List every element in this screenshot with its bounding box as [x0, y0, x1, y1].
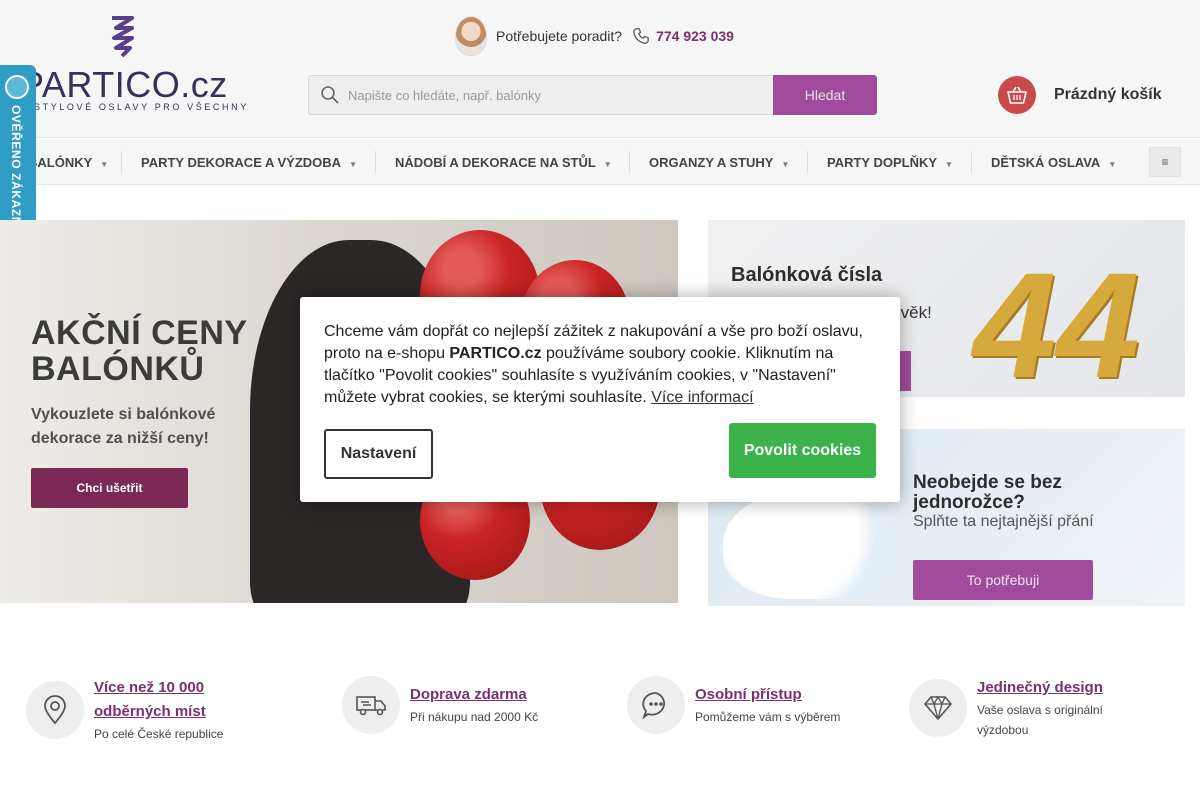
feature-unique-design: Jedinečný design Vaše oslava s origináln… — [909, 676, 1103, 740]
nav-item-nadobi[interactable]: NÁDOBÍ A DEKORACE NA STŮL ▼ — [395, 155, 612, 170]
banner-cta-button[interactable]: Chci ušetřit — [31, 468, 188, 508]
basket-icon — [998, 76, 1036, 114]
chat-icon — [627, 676, 685, 734]
cookie-text: Chceme vám dopřát co nejlepší zážitek z … — [324, 321, 880, 409]
banner-subtitle: Vykouzlete si balónkové dekorace za nižš… — [31, 403, 215, 451]
site-logo[interactable]: PARTICO.cz STYLOVÉ OSLAVY PRO VŠECHNY — [20, 14, 246, 114]
banner-subtitle-line: dekorace za nižší ceny! — [31, 430, 209, 447]
banner-subtitle-line: Vykouzlete si balónkové — [31, 406, 216, 423]
feature-subtitle-line: Vaše oslava s originální — [977, 703, 1103, 717]
cookie-brand: PARTICO.cz — [449, 345, 542, 362]
feature-pickup-points: Více než 10 000 odběrných míst Po celé Če… — [26, 676, 223, 744]
phone-number-link[interactable]: 774 923 039 — [656, 28, 734, 44]
feature-subtitle: Po celé České republice — [94, 727, 224, 741]
advisor-avatar — [455, 16, 487, 56]
feature-title-link[interactable]: Více než 10 000 odběrných míst — [94, 676, 223, 724]
cart-label: Prázdný košík — [1054, 86, 1162, 103]
advice-contact: Potřebujete poradit? 774 923 039 — [455, 16, 734, 56]
nav-separator — [375, 151, 376, 173]
nav-item-detska-oslava[interactable]: DĚTSKÁ OSLAVA ▼ — [991, 155, 1116, 170]
nav-item-party-doplnky[interactable]: PARTY DOPLŇKY ▼ — [827, 155, 953, 170]
nav-separator — [971, 151, 972, 173]
nav-item-label: ORGANZY A STUHY — [649, 155, 774, 170]
nav-item-label: PARTY DOPLŇKY — [827, 155, 938, 170]
feature-subtitle: Pomůžeme vám s výběrem — [695, 710, 841, 724]
nav-more-button[interactable]: ≡ — [1149, 147, 1181, 177]
site-header: PARTICO.cz STYLOVÉ OSLAVY PRO VŠECHNY Po… — [0, 0, 1200, 138]
seal-icon — [5, 75, 29, 99]
allow-cookies-button[interactable]: Povolit cookies — [729, 423, 876, 478]
chevron-down-icon: ▼ — [603, 160, 612, 169]
advice-text: Potřebujete poradit? — [496, 28, 623, 44]
chevron-down-icon: ▼ — [945, 160, 953, 169]
feature-subtitle-line: výzdobou — [977, 723, 1029, 737]
feature-subtitle: Při nákupu nad 2000 Kč — [410, 710, 539, 724]
nav-item-party-dekorace[interactable]: PARTY DEKORACE A VÝZDOBA ▼ — [141, 155, 357, 170]
nav-separator — [807, 151, 808, 173]
chevron-down-icon: ▼ — [1108, 160, 1117, 169]
nav-item-label: PARTY DEKORACE A VÝZDOBA — [141, 155, 342, 170]
map-pin-icon — [26, 681, 84, 739]
logo-text: PARTICO.cz — [20, 64, 228, 105]
feature-title-link[interactable]: Jedinečný design — [977, 676, 1103, 700]
diamond-icon — [909, 679, 967, 737]
chevron-down-icon: ▼ — [100, 160, 109, 169]
menu-icon: ≡ — [1161, 155, 1169, 169]
feature-title-line: odběrných míst — [94, 703, 206, 720]
unicorn-banner-subtitle: Splňte ta nejtajnější přání — [913, 513, 1094, 530]
phone-icon — [633, 28, 649, 44]
nav-item-label: BALÓNKY — [28, 155, 93, 170]
feature-personal-approach: Osobní přístup Pomůžeme vám s výběrem — [627, 676, 840, 734]
unicorn-banner-button[interactable]: To potřebuji — [913, 560, 1093, 600]
chevron-down-icon: ▼ — [349, 160, 357, 169]
truck-icon — [342, 676, 400, 734]
feature-title-link[interactable]: Doprava zdarma — [410, 683, 538, 707]
feature-title-line: Více než 10 000 — [94, 679, 205, 696]
main-nav: BALÓNKY ▼ PARTY DEKORACE A VÝZDOBA ▼ NÁD… — [0, 139, 1200, 185]
unicorn-balloon-image — [723, 489, 893, 599]
more-info-link[interactable]: Více informací — [651, 389, 753, 406]
cookie-consent-dialog: Chceme vám dopřát co nejlepší zážitek z … — [300, 297, 900, 502]
banner-headline-line: AKČNÍ CENY — [31, 314, 248, 352]
feature-subtitle: Vaše oslava s originální výzdobou — [977, 700, 1103, 740]
nav-separator — [629, 151, 630, 173]
cookie-settings-button[interactable]: Nastavení — [324, 429, 433, 479]
nav-item-organzy[interactable]: ORGANZY A STUHY ▼ — [649, 155, 789, 170]
cart[interactable]: Prázdný košík — [998, 75, 1162, 115]
logo-mark-icon — [112, 16, 134, 58]
unicorn-banner-title: Neobejde se bez jednorožce? — [913, 472, 1062, 513]
search-button[interactable]: Hledat — [773, 75, 877, 115]
balloon-numbers-title: Balónková čísla — [731, 264, 883, 286]
search-input[interactable] — [348, 87, 748, 103]
nav-separator — [121, 151, 122, 173]
banner-headline-line: BALÓNKŮ — [31, 350, 205, 388]
feature-free-shipping: Doprava zdarma Při nákupu nad 2000 Kč — [342, 676, 538, 734]
nav-item-label: NÁDOBÍ A DEKORACE NA STŮL — [395, 155, 596, 170]
logo-tagline: STYLOVÉ OSLAVY PRO VŠECHNY — [34, 102, 249, 112]
search-icon — [321, 86, 339, 104]
search-box — [308, 75, 774, 115]
nav-item-label: DĚTSKÁ OSLAVA — [991, 155, 1101, 170]
feature-title-link[interactable]: Osobní přístup — [695, 683, 840, 707]
gold-number-image: 44 — [973, 241, 1140, 397]
banner-headline: AKČNÍ CENY BALÓNKŮ — [31, 315, 248, 387]
nav-item-balonky[interactable]: BALÓNKY ▼ — [28, 155, 108, 170]
chevron-down-icon: ▼ — [781, 160, 790, 169]
